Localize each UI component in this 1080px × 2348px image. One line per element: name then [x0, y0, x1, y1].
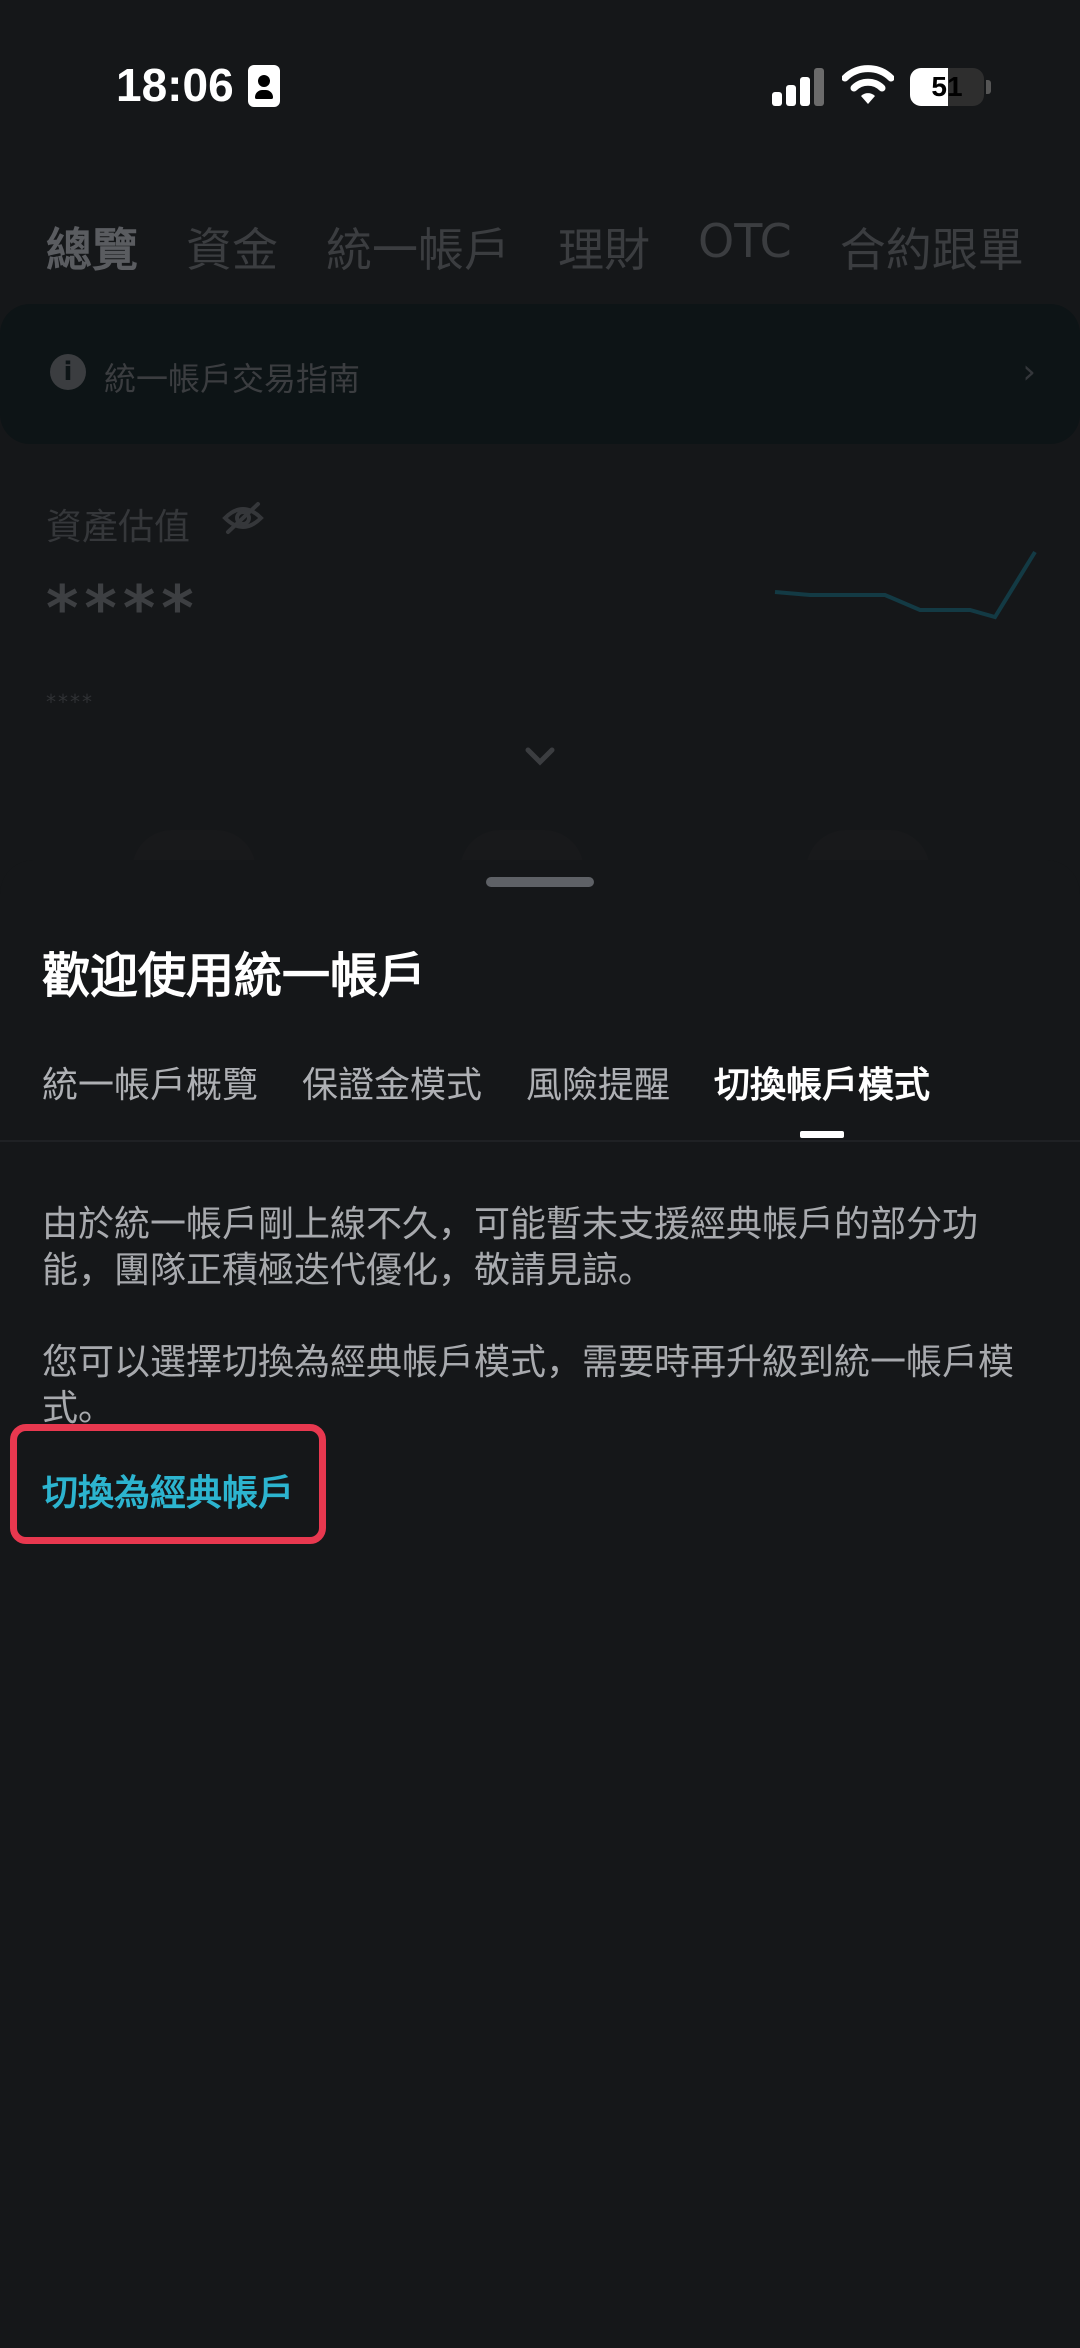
battery-percent: 51	[931, 71, 963, 102]
tabs-divider	[0, 1140, 1080, 1142]
tab-margin-mode[interactable]: 保證金模式	[302, 1056, 482, 1138]
tab-otc[interactable]: OTC	[698, 214, 792, 280]
tab-unified-overview[interactable]: 統一帳戶概覽	[42, 1056, 258, 1138]
status-time: 18:06	[116, 59, 234, 111]
tab-copy-trading[interactable]: 合約跟單	[840, 214, 1024, 280]
sheet-title: 歡迎使用統一帳戶	[42, 948, 427, 1004]
info-paragraph: 您可以選擇切換為經典帳戶模式，需要時再升級到統一帳戶模式。	[42, 1342, 1015, 1429]
asset-label: 資產估值	[46, 507, 191, 548]
contact-card-icon	[248, 65, 280, 107]
status-bar: 18:06 51	[0, 0, 1080, 170]
guide-text: 統一帳戶交易指南	[104, 360, 361, 398]
asset-value: ****	[46, 572, 200, 645]
info-paragraph: 由於統一帳戶剛上線不久，可能暫未支援經典帳戶的部分功能，團隊正積極迭代優化，敬請…	[42, 1204, 979, 1291]
tab-overview[interactable]: 總覽	[46, 214, 138, 280]
tab-earn[interactable]: 理財	[558, 214, 650, 280]
sheet-drag-handle[interactable]	[486, 877, 594, 887]
chevron-down-icon[interactable]	[520, 740, 560, 770]
guide-banner[interactable]: i 統一帳戶交易指南 ›	[0, 304, 1080, 444]
chevron-right-icon: ›	[1022, 352, 1036, 392]
asset-sub-value: ****	[46, 690, 94, 714]
cellular-signal-icon	[772, 68, 824, 106]
background-page: 總覽 資金 統一帳戶 理財 OTC 合約跟單 i 統一帳戶交易指南 › 資產估值…	[0, 170, 1080, 890]
battery-icon: 51	[910, 68, 984, 106]
sheet-tabs: 統一帳戶概覽 保證金模式 風險提醒 切換帳戶模式	[42, 1056, 930, 1138]
highlight-box	[10, 1424, 326, 1544]
battery-nub	[986, 80, 991, 94]
info-icon: i	[50, 354, 86, 390]
asset-sparkline	[774, 550, 1037, 620]
tab-switch-account-mode[interactable]: 切換帳戶模式	[714, 1056, 930, 1138]
top-tabs: 總覽 資金 統一帳戶 理財 OTC 合約跟單	[46, 214, 1024, 280]
tab-risk-warning[interactable]: 風險提醒	[526, 1056, 670, 1138]
eye-off-icon[interactable]	[222, 500, 264, 536]
tab-funds[interactable]: 資金	[186, 214, 278, 280]
screen: 18:06 51 總覽 資金 統一帳戶 理財 OTC 合約跟單 i 統一帳戶交易…	[0, 0, 1080, 2348]
bottom-sheet: 歡迎使用統一帳戶 統一帳戶概覽 保證金模式 風險提醒 切換帳戶模式 由於統一帳戶…	[0, 860, 1080, 2348]
tab-unified-account[interactable]: 統一帳戶	[326, 214, 510, 280]
wifi-icon	[842, 65, 894, 104]
